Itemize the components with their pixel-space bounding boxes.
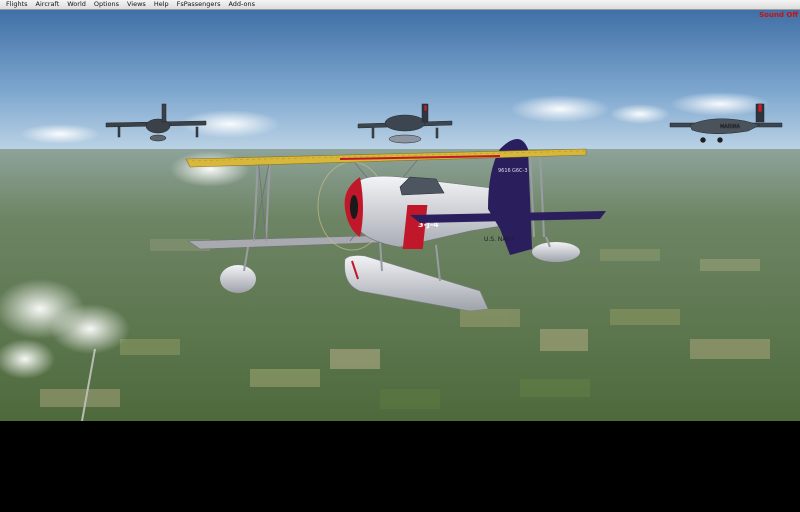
menu-aircraft[interactable]: Aircraft bbox=[32, 0, 64, 9]
menu-flights[interactable]: Flights bbox=[0, 0, 32, 9]
flight-viewport[interactable]: MARINA 3-J-4 9616 G6C-3 U.S. NAVY bbox=[0, 9, 800, 421]
scene-svg: MARINA 3-J-4 9616 G6C-3 U.S. NAVY bbox=[0, 9, 800, 421]
menu-addons[interactable]: Add-ons bbox=[224, 0, 259, 9]
escort-right-marking: MARINA bbox=[720, 124, 740, 130]
menu-help[interactable]: Help bbox=[150, 0, 173, 9]
tail-number-left: 9616 bbox=[498, 168, 511, 174]
menu-bar: Flights Aircraft World Options Views Hel… bbox=[0, 0, 800, 10]
menu-fspassengers[interactable]: FsPassengers bbox=[173, 0, 225, 9]
menu-views[interactable]: Views bbox=[123, 0, 150, 9]
letterbox-bar bbox=[0, 421, 800, 512]
right-wingtip-float bbox=[532, 242, 580, 262]
menu-world[interactable]: World bbox=[63, 0, 90, 9]
tail-number-right: G6C-3 bbox=[512, 168, 528, 174]
sound-status: Sound Off bbox=[759, 11, 798, 19]
fuselage-marking: U.S. NAVY bbox=[484, 236, 514, 243]
menu-options[interactable]: Options bbox=[90, 0, 123, 9]
left-wingtip-float bbox=[220, 265, 256, 293]
